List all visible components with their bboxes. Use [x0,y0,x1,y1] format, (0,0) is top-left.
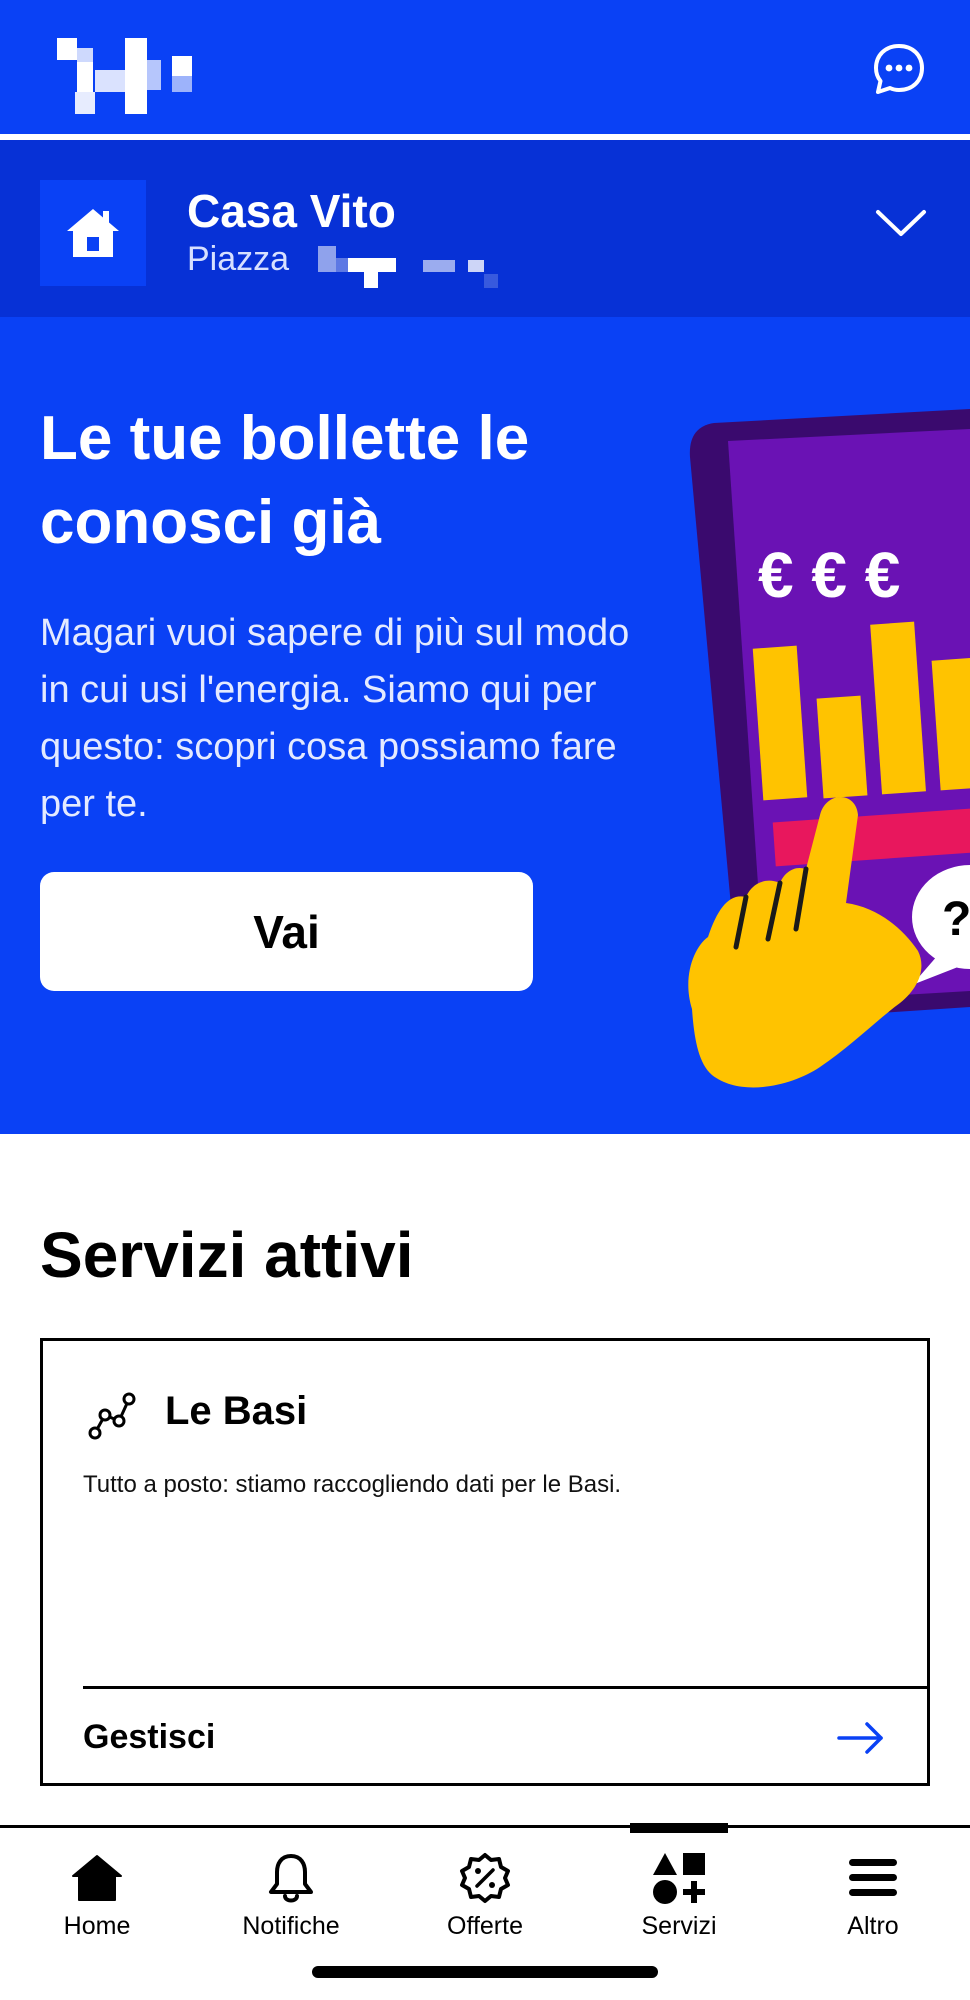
top-bar [0,0,970,137]
hero-title: Le tue bollette le conosci già [40,404,530,557]
nav-offerte[interactable]: Offerte [388,1828,582,1948]
nav-servizi[interactable]: Servizi [582,1828,776,1948]
nav-servizi-label: Servizi [641,1912,717,1940]
nav-altro[interactable]: Altro [776,1828,970,1948]
location-address-text: Piazza [187,240,290,278]
hero-banner: Le tue bollette le conosci già Magari vu… [0,317,970,1134]
nav-altro-label: Altro [847,1912,899,1940]
nav-home[interactable]: Home [0,1828,194,1948]
home-indicator[interactable] [312,1966,658,1978]
service-card-le-basi: Le Basi Tutto a posto: stiamo raccoglien… [40,1338,930,1786]
house-icon [67,209,119,257]
chat-bubble-icon [874,44,924,94]
home-icon [72,1855,122,1901]
nav-notifiche-label: Notifiche [242,1912,340,1940]
brand-logo [57,38,192,114]
vai-button[interactable]: Vai [40,872,533,991]
location-selector[interactable]: Casa Vito Piazza [0,140,970,317]
home-tile [40,180,146,286]
services-shapes-icon [653,1853,705,1904]
card-title: Le Basi [165,1389,308,1433]
arrow-right-icon [837,1721,883,1754]
phone-energy-chart-illustration: € € € ? [688,409,970,1088]
chevron-down-icon[interactable] [874,202,928,242]
nav-notifiche[interactable]: Notifiche [194,1828,388,1948]
nav-home-label: Home [63,1912,131,1940]
section-title-active-services: Servizi attivi [40,1219,414,1291]
location-address: Piazza [187,240,289,279]
bell-icon [269,1854,313,1903]
hero-description: Magari vuoi sapere di più sul modo in cu… [40,612,630,825]
nav-offerte-label: Offerte [447,1912,523,1940]
chat-button[interactable] [872,42,926,96]
euro-symbols: € € € [758,539,900,611]
location-title: Casa Vito [187,185,396,237]
menu-icon [849,1859,897,1896]
card-description: Tutto a posto: stiamo raccogliendo dati … [83,1471,622,1498]
manage-link-label: Gestisci [83,1718,216,1756]
trend-line-icon [88,1392,136,1440]
question-mark: ? [942,893,970,946]
manage-link[interactable]: Gestisci [83,1689,927,1786]
discount-badge-icon [460,1853,510,1903]
